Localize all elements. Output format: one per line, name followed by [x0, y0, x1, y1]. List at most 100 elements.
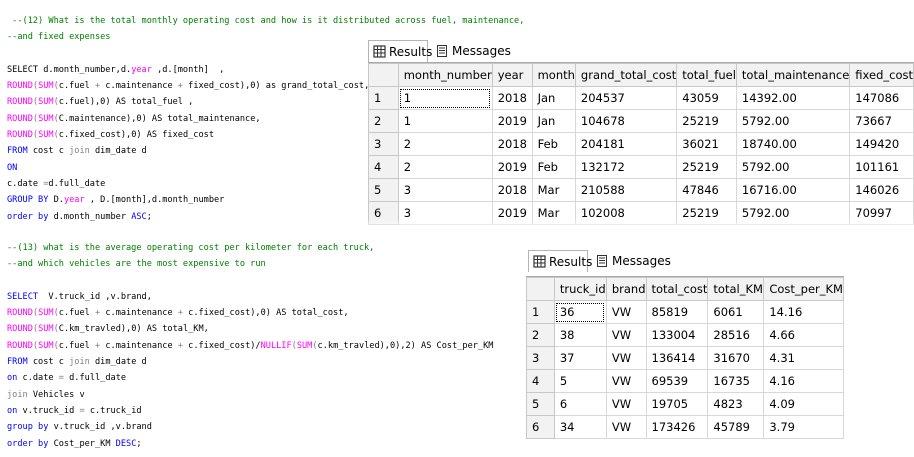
- table-cell[interactable]: 6061: [707, 300, 765, 324]
- table-cell[interactable]: 3.79: [763, 415, 844, 439]
- table-cell[interactable]: 132172: [574, 155, 678, 179]
- table-cell[interactable]: 45789: [707, 415, 765, 439]
- table-cell[interactable]: 25219: [676, 155, 737, 179]
- table-cell[interactable]: 43059: [676, 86, 737, 110]
- table-cell[interactable]: Feb: [531, 155, 576, 179]
- table-cell[interactable]: 210588: [574, 178, 678, 202]
- tab-messages[interactable]: Messages: [432, 40, 512, 62]
- table-cell[interactable]: 104678: [574, 109, 678, 133]
- table-row[interactable]: 5 6 VW 19705 4823 4.09: [526, 392, 844, 416]
- column-header[interactable]: month: [531, 63, 576, 87]
- table-cell[interactable]: 36: [553, 300, 607, 324]
- table-row[interactable]: 3 37 VW 136414 31670 4.31: [526, 346, 844, 370]
- table-cell[interactable]: 69539: [645, 369, 709, 393]
- table-cell[interactable]: 19705: [645, 392, 709, 416]
- table-cell[interactable]: 4.31: [763, 346, 844, 370]
- table-row[interactable]: 5 3 2018 Mar 210588 47846 16716.00 146026: [368, 178, 914, 202]
- results-grid[interactable]: month_number year month grand_total_cost tot…: [368, 63, 914, 225]
- table-cell[interactable]: 16735: [707, 369, 765, 393]
- table-cell[interactable]: 28516: [707, 323, 765, 347]
- table-cell[interactable]: 85819: [645, 300, 709, 324]
- table-cell[interactable]: 2019: [491, 109, 533, 133]
- table-row[interactable]: 1 1 2018 Jan 204537 43059 14392.00 147086: [368, 86, 914, 110]
- table-cell[interactable]: 2: [397, 155, 493, 179]
- table-cell[interactable]: 147086: [849, 86, 914, 110]
- table-cell[interactable]: 4823: [707, 392, 765, 416]
- table-cell[interactable]: 2019: [491, 155, 533, 179]
- row-number[interactable]: 4: [526, 369, 555, 393]
- table-cell[interactable]: 3: [397, 178, 493, 202]
- table-cell[interactable]: Jan: [531, 109, 576, 133]
- table-cell[interactable]: 1: [397, 86, 493, 110]
- column-header[interactable]: brand: [605, 277, 647, 301]
- table-cell[interactable]: Mar: [531, 178, 576, 202]
- row-number[interactable]: 2: [368, 109, 399, 133]
- table-cell[interactable]: 5792.00: [735, 109, 851, 133]
- row-number[interactable]: 5: [368, 178, 399, 202]
- table-cell[interactable]: 16716.00: [735, 178, 851, 202]
- table-cell[interactable]: 73667: [849, 109, 914, 133]
- table-cell[interactable]: 146026: [849, 178, 914, 202]
- tab-messages[interactable]: Messages: [592, 250, 672, 272]
- column-header[interactable]: year: [491, 63, 533, 87]
- row-number[interactable]: 3: [368, 132, 399, 156]
- table-cell[interactable]: 136414: [645, 346, 709, 370]
- column-header[interactable]: truck_id: [553, 277, 607, 301]
- table-cell[interactable]: 14392.00: [735, 86, 851, 110]
- column-header[interactable]: Cost_per_KM: [763, 277, 844, 301]
- column-header[interactable]: total_fuel: [676, 63, 737, 87]
- row-number[interactable]: 1: [368, 86, 399, 110]
- table-cell[interactable]: 5: [553, 369, 607, 393]
- table-cell[interactable]: Jan: [531, 86, 576, 110]
- table-cell[interactable]: 36021: [676, 132, 737, 156]
- column-header[interactable]: month_number: [397, 63, 493, 87]
- table-cell[interactable]: Feb: [531, 132, 576, 156]
- row-number[interactable]: 5: [526, 392, 555, 416]
- row-number[interactable]: 2: [526, 323, 555, 347]
- table-cell[interactable]: 25219: [676, 109, 737, 133]
- table-cell[interactable]: 173426: [645, 415, 709, 439]
- row-number[interactable]: 3: [526, 346, 555, 370]
- table-cell[interactable]: 2018: [491, 86, 533, 110]
- table-cell[interactable]: 101161: [849, 155, 914, 179]
- table-cell[interactable]: VW: [605, 392, 647, 416]
- table-row[interactable]: 4 2 2019 Feb 132172 25219 5792.00 101161: [368, 155, 914, 179]
- table-row[interactable]: 6 34 VW 173426 45789 3.79: [526, 415, 844, 439]
- table-cell[interactable]: VW: [605, 415, 647, 439]
- column-header[interactable]: total_cost: [645, 277, 709, 301]
- table-cell[interactable]: VW: [605, 369, 647, 393]
- table-cell[interactable]: 204181: [574, 132, 678, 156]
- table-cell[interactable]: 5792.00: [735, 155, 851, 179]
- table-cell[interactable]: 1: [397, 109, 493, 133]
- table-cell[interactable]: 14.16: [763, 300, 844, 324]
- table-row[interactable]: 2 38 VW 133004 28516 4.66: [526, 323, 844, 347]
- table-cell[interactable]: 2018: [491, 132, 533, 156]
- table-cell[interactable]: 47846: [676, 178, 737, 202]
- column-header[interactable]: grand_total_cost: [574, 63, 678, 87]
- table-cell[interactable]: VW: [605, 323, 647, 347]
- table-cell[interactable]: 4.16: [763, 369, 844, 393]
- tab-results[interactable]: Results: [368, 40, 432, 62]
- tab-results[interactable]: Results: [528, 250, 592, 272]
- column-header[interactable]: total_KM: [707, 277, 765, 301]
- table-row[interactable]: 4 5 VW 69539 16735 4.16: [526, 369, 844, 393]
- table-cell[interactable]: 204537: [574, 86, 678, 110]
- table-cell[interactable]: 133004: [645, 323, 709, 347]
- table-cell[interactable]: 4.66: [763, 323, 844, 347]
- table-cell[interactable]: 149420: [849, 132, 914, 156]
- row-number[interactable]: 1: [526, 300, 555, 324]
- column-header[interactable]: fixed_cost: [849, 63, 914, 87]
- table-cell[interactable]: 34: [553, 415, 607, 439]
- table-cell[interactable]: VW: [605, 346, 647, 370]
- column-header[interactable]: total_maintenance: [735, 63, 851, 87]
- table-cell[interactable]: 31670: [707, 346, 765, 370]
- table-row[interactable]: 2 1 2019 Jan 104678 25219 5792.00 73667: [368, 109, 914, 133]
- table-cell[interactable]: VW: [605, 300, 647, 324]
- table-cell[interactable]: 6: [553, 392, 607, 416]
- table-cell[interactable]: 18740.00: [735, 132, 851, 156]
- table-cell[interactable]: 2: [397, 132, 493, 156]
- table-cell[interactable]: 37: [553, 346, 607, 370]
- table-cell[interactable]: 38: [553, 323, 607, 347]
- table-row[interactable]: 3 2 2018 Feb 204181 36021 18740.00 149420: [368, 132, 914, 156]
- row-number[interactable]: 6: [526, 415, 555, 439]
